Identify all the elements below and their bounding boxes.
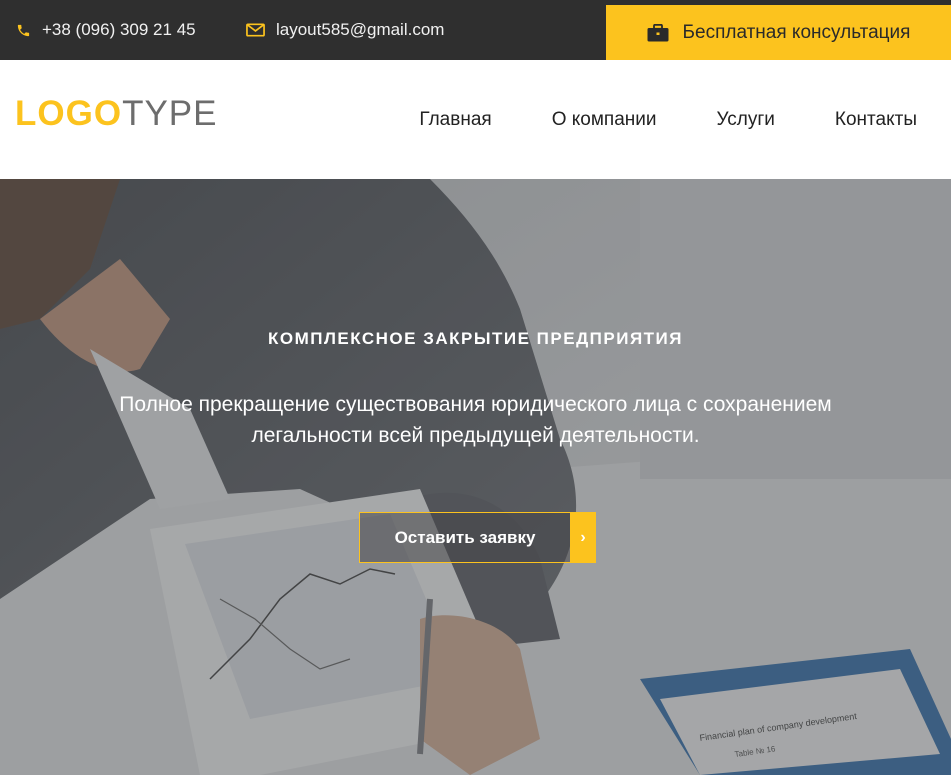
phone-contact[interactable]: +38 (096) 309 21 45 [16, 0, 196, 60]
phone-icon [17, 24, 30, 36]
logo-part-2: TYPE [122, 94, 218, 133]
free-consultation-button[interactable]: Бесплатная консультация [606, 5, 951, 60]
top-bar: +38 (096) 309 21 45 layout585@gmail.com … [0, 0, 951, 60]
hero-subtitle: Полное прекращение существования юридиче… [119, 393, 832, 447]
hero-title: КОМПЛЕКСНОЕ ЗАКРЫТИЕ ПРЕДПРИЯТИЯ [267, 329, 683, 348]
logo[interactable]: LOGOTYPE [15, 96, 217, 131]
submit-request-label: Оставить заявку [359, 512, 570, 563]
hero-overlay [0, 179, 951, 775]
hero-section: Financial plan of company development Ta… [0, 179, 951, 775]
nav-item-contacts[interactable]: Контакты [835, 109, 917, 131]
nav-item-about[interactable]: О компании [552, 109, 657, 131]
email-address: layout585@gmail.com [276, 20, 445, 39]
free-consultation-label: Бесплатная консультация [682, 21, 911, 43]
nav-item-services[interactable]: Услуги [716, 109, 774, 131]
site-header: LOGOTYPE Главная О компании Услуги Конта… [0, 60, 951, 179]
nav-item-home[interactable]: Главная [419, 109, 491, 131]
email-contact[interactable]: layout585@gmail.com [246, 0, 444, 60]
logo-part-1: LOGO [15, 94, 123, 133]
envelope-icon [246, 23, 265, 37]
submit-request-button[interactable]: Оставить заявку › [359, 512, 596, 563]
briefcase-icon [647, 23, 669, 41]
main-nav: Главная О компании Услуги Контакты [419, 60, 917, 179]
chevron-right-icon: › [570, 512, 596, 563]
phone-number: +38 (096) 309 21 45 [42, 20, 196, 39]
